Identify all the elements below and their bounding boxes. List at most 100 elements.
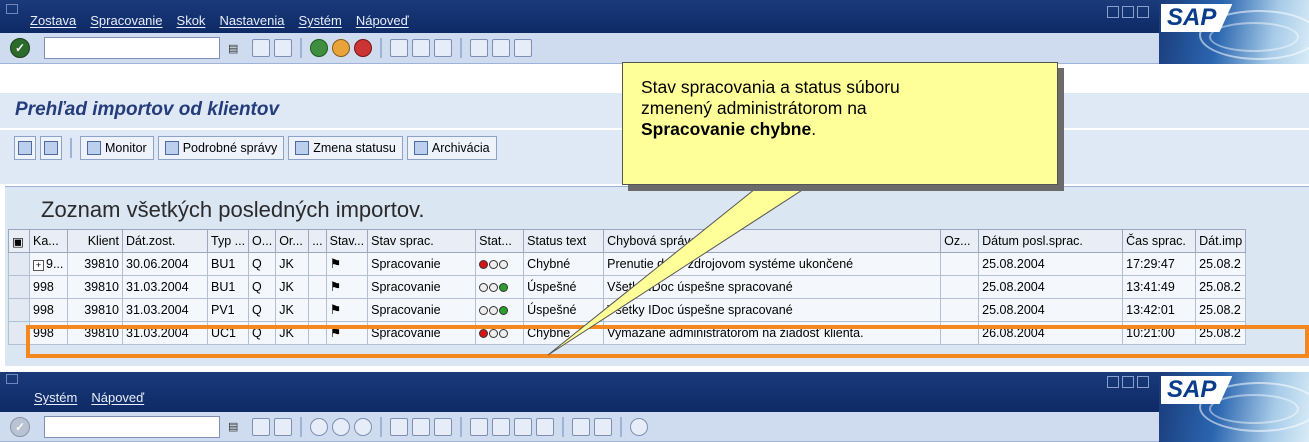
cell-stat (475, 275, 525, 299)
reload-icon (44, 141, 58, 155)
col-dat-zost[interactable]: Dát.zost. (122, 229, 208, 253)
menu-item-napoveda[interactable]: Nápoveď (356, 13, 409, 28)
prev-page-icon[interactable] (492, 417, 511, 436)
table-row[interactable]: 998 39810 31.03.2004 BU1 Q JK ⚑ Spracovanie Úspe… (8, 275, 1247, 299)
find-icon[interactable] (412, 39, 431, 57)
last-page-icon[interactable] (536, 417, 555, 436)
col-o[interactable]: O... (248, 229, 277, 253)
cell-dots (308, 298, 327, 322)
detail-messages-button[interactable]: Podrobné správy (157, 136, 285, 160)
minimize-icon[interactable] (1107, 6, 1119, 18)
window-icon[interactable] (6, 374, 18, 384)
menu-item-system[interactable]: Systém (34, 390, 77, 405)
col-stav[interactable]: Stav... (325, 229, 369, 253)
cell-o: Q (248, 252, 277, 276)
prev-page-icon[interactable] (492, 39, 511, 57)
table-row[interactable]: 998 39810 31.03.2004 PV1 Q JK ⚑ Spracovanie Úspe… (8, 298, 1247, 322)
find-next-icon[interactable] (434, 417, 453, 436)
help-icon[interactable] (630, 417, 649, 436)
col-stat[interactable]: Stat... (475, 229, 525, 253)
col-ka[interactable]: Ka... (29, 229, 68, 253)
highlighted-row-frame (26, 325, 1309, 358)
window-icon[interactable] (6, 4, 18, 14)
menu-item-nastavenia[interactable]: Nastavenia (219, 13, 284, 28)
find-next-icon[interactable] (434, 39, 453, 57)
command-history-icon[interactable]: ▤ (228, 420, 238, 433)
monitor-button[interactable]: Monitor (80, 136, 154, 160)
shortcut-icon[interactable] (594, 417, 613, 436)
table-header: ▣ Ka... Klient Dát.zost. Typ ... O... Or… (8, 229, 1247, 253)
bottom-menu: Systém Nápoveď (34, 390, 144, 405)
layout-icon[interactable] (572, 417, 591, 436)
back-arrow-icon[interactable] (252, 39, 271, 57)
next-page-icon[interactable] (514, 417, 533, 436)
enter-button[interactable]: ✓ (10, 416, 30, 437)
back-icon[interactable] (310, 39, 329, 57)
col-klient[interactable]: Klient (67, 229, 123, 253)
col-dat-imp[interactable]: Dát.imp (1195, 229, 1247, 253)
col-status-text[interactable]: Status text (523, 229, 605, 253)
first-page-icon[interactable] (470, 39, 489, 57)
change-status-button[interactable]: Zmena statusu (288, 136, 403, 160)
save-icon[interactable] (274, 39, 293, 57)
col-stav-sprac[interactable]: Stav sprac. (367, 229, 477, 253)
enter-button[interactable]: ✓ (10, 38, 30, 58)
reload-button[interactable] (40, 136, 62, 160)
menu-item-zostava[interactable]: Zostava (30, 13, 76, 28)
layout-icon[interactable]: ▣ (8, 229, 30, 253)
refresh-icon (18, 141, 32, 155)
menu-item-spracovanie[interactable]: Spracovanie (90, 13, 162, 28)
cell-cas: 13:41:49 (1122, 275, 1197, 299)
archive-button[interactable]: Archivácia (406, 136, 497, 160)
cell-typ: BU1 (206, 275, 250, 299)
maximize-icon[interactable] (1122, 376, 1134, 388)
find-icon[interactable] (412, 417, 431, 436)
cell-sprava: Prenutie dát v zdrojovom systéme ukončen… (603, 252, 942, 276)
cancel-icon[interactable] (354, 39, 373, 57)
cancel-icon[interactable] (354, 417, 373, 436)
cell-or: JK (275, 298, 310, 322)
row-selector[interactable] (8, 252, 30, 276)
cell-dat-zost: 31.03.2004 (122, 275, 208, 299)
col-dots[interactable]: ... (308, 229, 327, 253)
col-cas[interactable]: Čas sprac. (1122, 229, 1197, 253)
save-icon[interactable] (274, 417, 293, 436)
command-history-icon[interactable]: ▤ (228, 42, 238, 55)
next-page-icon[interactable] (514, 39, 533, 57)
first-page-icon[interactable] (470, 417, 489, 436)
command-field[interactable] (44, 415, 220, 438)
maximize-icon[interactable] (1122, 6, 1134, 18)
back-arrow-icon[interactable] (252, 417, 271, 436)
exit-icon[interactable] (332, 39, 351, 57)
close-icon[interactable] (1137, 376, 1149, 388)
cell-or: JK (275, 275, 310, 299)
menu-item-system[interactable]: Systém (298, 13, 341, 28)
cell-status-text: Úspešné (523, 298, 605, 322)
back-icon[interactable] (310, 417, 329, 436)
row-selector[interactable] (8, 298, 30, 322)
callout-suffix: . (811, 119, 817, 139)
cell-dat-zost: 31.03.2004 (122, 298, 208, 322)
expand-icon[interactable]: + (33, 260, 44, 271)
row-selector[interactable] (8, 275, 30, 299)
col-datum[interactable]: Dátum posl.sprac. (978, 229, 1124, 253)
col-sprava[interactable]: Chybová správa (603, 229, 942, 253)
col-typ[interactable]: Typ ... (206, 229, 250, 253)
menu-item-napoveda[interactable]: Nápoveď (91, 390, 144, 405)
col-or[interactable]: Or... (275, 229, 310, 253)
refresh-button[interactable] (14, 136, 36, 160)
print-icon[interactable] (390, 417, 409, 436)
minimize-icon[interactable] (1107, 376, 1119, 388)
cell-stat (475, 252, 525, 276)
close-icon[interactable] (1137, 6, 1149, 18)
exit-icon[interactable] (332, 417, 351, 436)
print-icon[interactable] (390, 39, 409, 57)
detail-messages-label: Podrobné správy (182, 141, 278, 155)
window-controls (1107, 6, 1149, 18)
command-field[interactable] (44, 37, 220, 59)
table-row[interactable]: +9... 39810 30.06.2004 BU1 Q JK ⚑ Spracovanie Ch… (8, 252, 1247, 276)
col-oz[interactable]: Oz... (940, 229, 980, 253)
cell-sprava: Všetky IDoc úspešne spracované (603, 298, 942, 322)
menu-item-skok[interactable]: Skok (177, 13, 206, 28)
cell-stav: ⚑ (325, 275, 369, 299)
